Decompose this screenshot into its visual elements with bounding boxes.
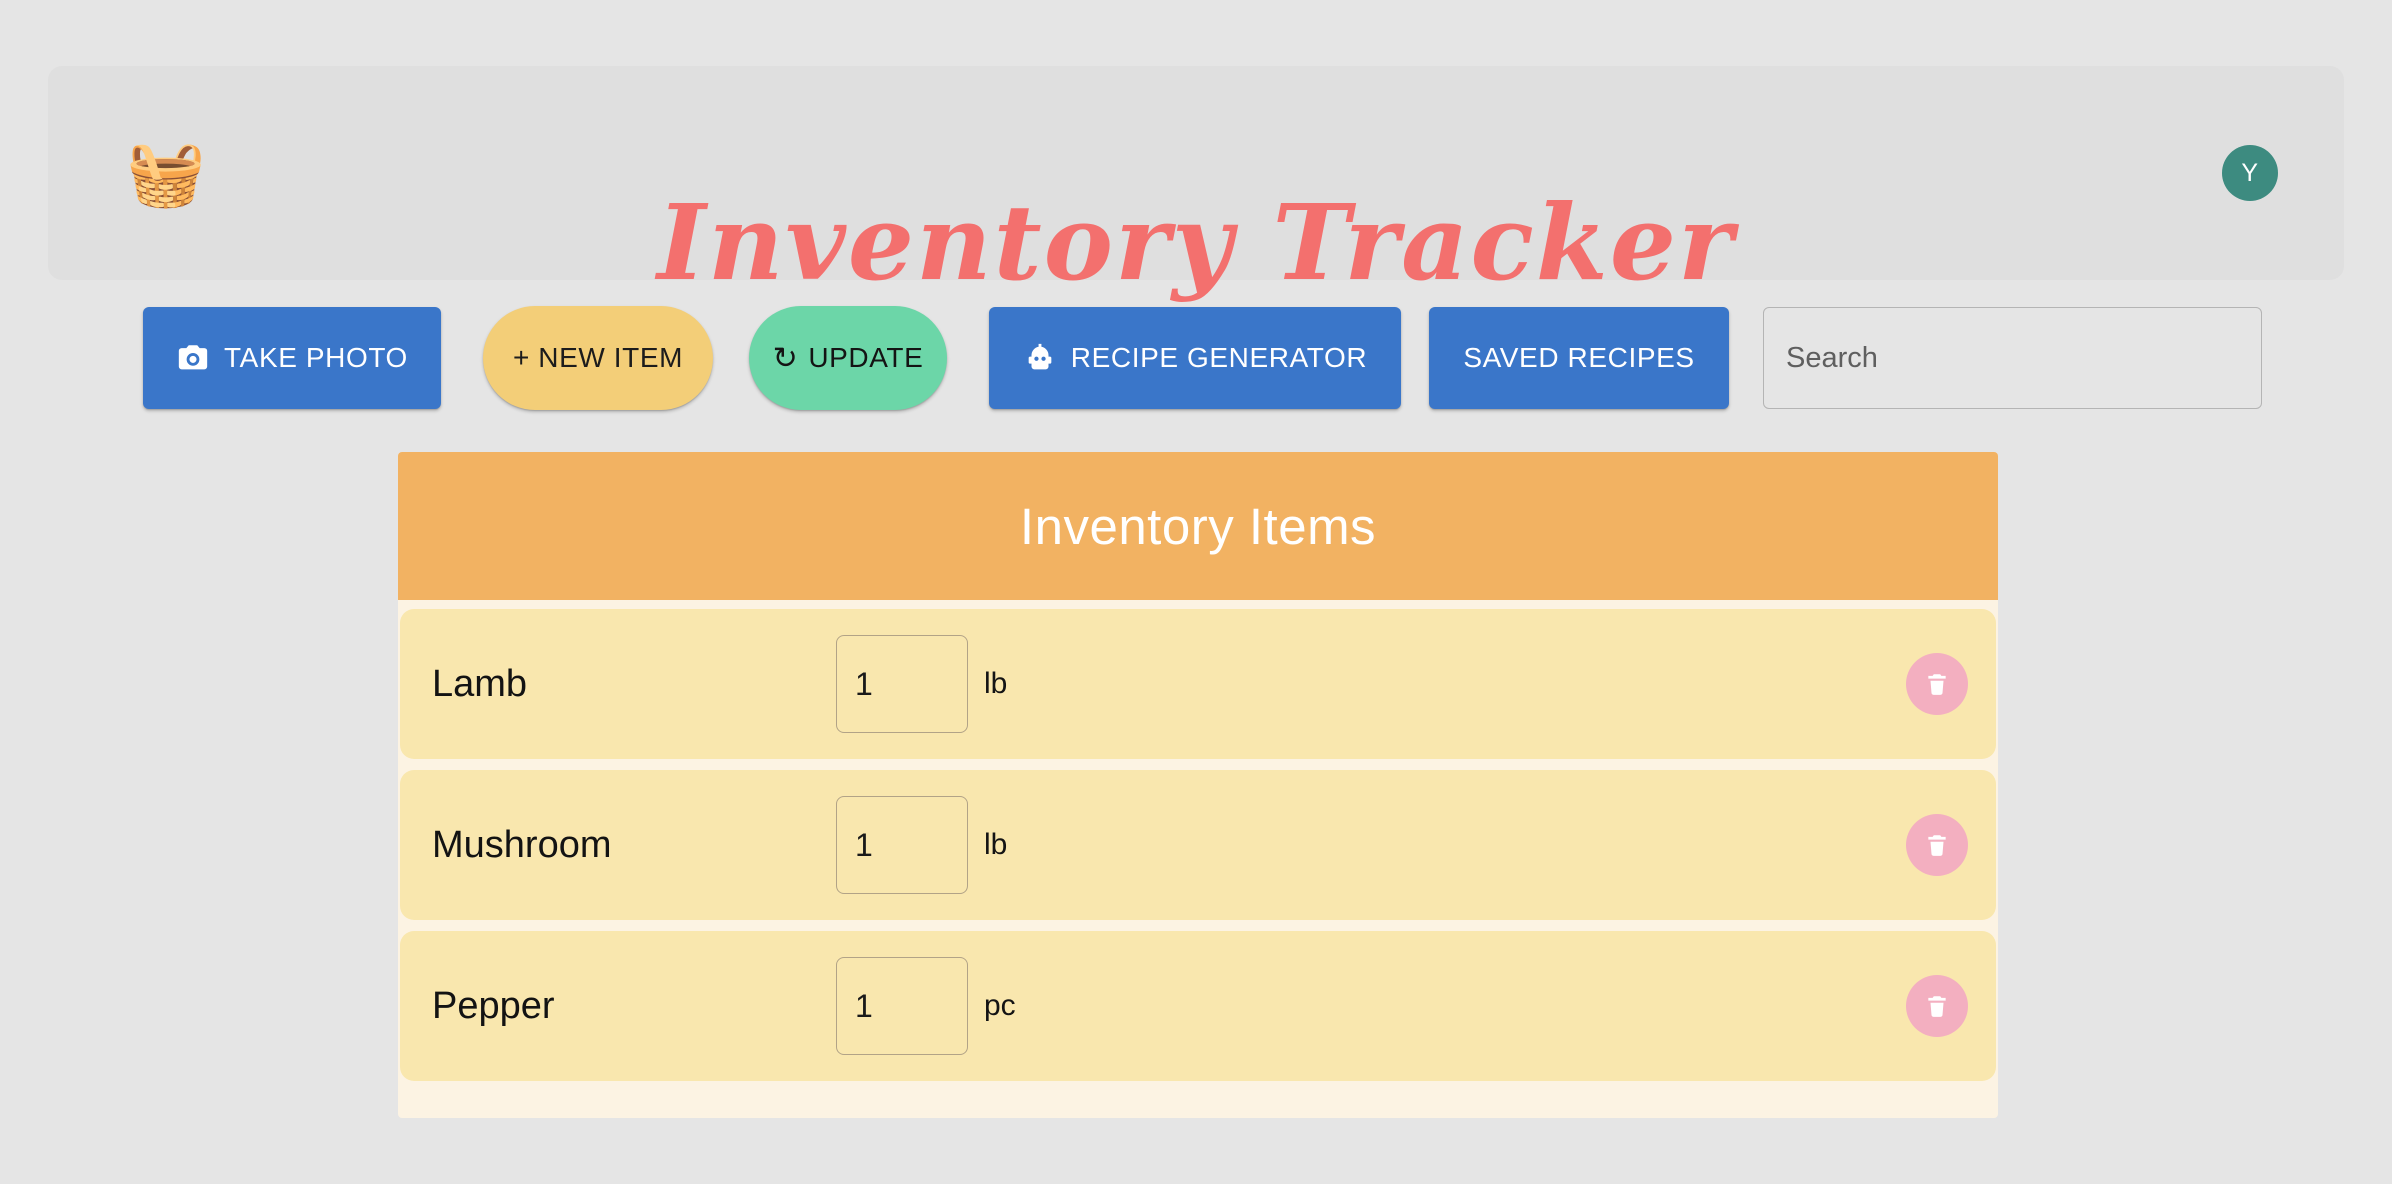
- table-row: Pepper pc: [400, 931, 1996, 1081]
- delete-item-button[interactable]: [1906, 814, 1968, 876]
- avatar[interactable]: Y: [2222, 145, 2278, 201]
- take-photo-button[interactable]: TAKE PHOTO: [143, 307, 441, 409]
- new-item-label: + NEW ITEM: [512, 342, 684, 373]
- unit-label: pc: [984, 989, 1016, 1022]
- saved-recipes-label: SAVED RECIPES: [1463, 342, 1695, 373]
- search-field-wrapper: [1763, 307, 2262, 409]
- item-name: Mushroom: [432, 823, 612, 866]
- avatar-initial: Y: [2241, 158, 2259, 187]
- inventory-card: Inventory Items Lamb lb Mushroom lb: [398, 452, 1998, 1118]
- quantity-input[interactable]: [836, 957, 968, 1055]
- recipe-generator-button[interactable]: RECIPE GENERATOR: [989, 307, 1401, 409]
- saved-recipes-button[interactable]: SAVED RECIPES: [1429, 307, 1729, 409]
- unit-label: lb: [984, 667, 1008, 700]
- quantity-input[interactable]: [836, 635, 968, 733]
- page-title: Inventory Tracker: [657, 180, 1735, 304]
- update-label: UPDATE: [808, 342, 924, 373]
- recipe-generator-label: RECIPE GENERATOR: [1070, 342, 1368, 373]
- quantity-input[interactable]: [836, 796, 968, 894]
- item-name: Lamb: [432, 662, 528, 705]
- inventory-title: Inventory Items: [398, 452, 1998, 600]
- table-row: Lamb lb: [400, 609, 1996, 759]
- app-header-panel: 🧺 Inventory Tracker Y: [48, 66, 2344, 299]
- search-input[interactable]: [1763, 307, 2262, 409]
- take-photo-label: TAKE PHOTO: [224, 342, 408, 373]
- toolbar: TAKE PHOTO + NEW ITEM ↻ UPDATE RECIPE GE…: [143, 306, 2262, 410]
- item-name: Pepper: [432, 984, 555, 1027]
- trash-icon: [1924, 993, 1950, 1019]
- delete-item-button[interactable]: [1906, 653, 1968, 715]
- update-button[interactable]: ↻ UPDATE: [749, 306, 947, 410]
- unit-label: lb: [984, 828, 1008, 861]
- delete-item-button[interactable]: [1906, 975, 1968, 1037]
- inventory-list: Lamb lb Mushroom lb: [398, 600, 1998, 1081]
- table-row: Mushroom lb: [400, 770, 1996, 920]
- refresh-icon: ↻: [772, 342, 799, 375]
- trash-icon: [1924, 671, 1950, 697]
- robot-icon: [1023, 341, 1057, 375]
- camera-icon: [176, 341, 210, 375]
- new-item-button[interactable]: + NEW ITEM: [483, 306, 713, 410]
- trash-icon: [1924, 832, 1950, 858]
